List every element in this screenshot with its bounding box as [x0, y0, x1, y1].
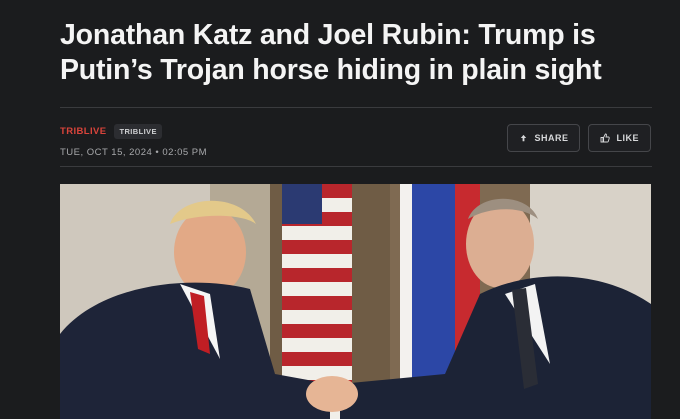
share-label: SHARE [534, 133, 569, 143]
like-button[interactable]: LIKE [588, 124, 651, 152]
thumbs-up-icon [601, 133, 611, 143]
article-page: Jonathan Katz and Joel Rubin: Trump is P… [0, 0, 680, 419]
publish-date: TUE, OCT 15, 2024 • 02:05 PM [60, 147, 208, 158]
divider [60, 107, 652, 108]
article-actions: SHARE LIKE [507, 124, 651, 152]
headline-line-2: Putin’s Trojan horse hiding in plain sig… [60, 54, 602, 86]
article-photo [60, 184, 651, 419]
article-meta: TRIBLIVE TRIBLIVE TUE, OCT 15, 2024 • 02… [60, 124, 207, 158]
source-tag[interactable]: TRIBLIVE [114, 124, 162, 139]
handshake-photo-illustration [60, 184, 651, 419]
source-link[interactable]: TRIBLIVE [60, 126, 106, 137]
upload-arrow-icon [521, 134, 527, 141]
handshake [306, 376, 358, 412]
article-headline: Jonathan Katz and Joel Rubin: Trump is P… [60, 18, 660, 88]
divider [60, 166, 652, 167]
like-label: LIKE [616, 133, 639, 143]
headline-line-1: Jonathan Katz and Joel Rubin: Trump is [60, 19, 596, 51]
share-button[interactable]: SHARE [507, 124, 581, 152]
